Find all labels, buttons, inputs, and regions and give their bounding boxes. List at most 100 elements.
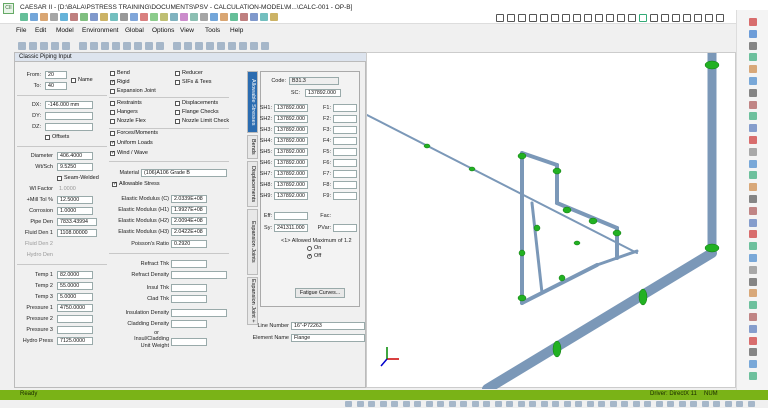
elastic-modulus-h1-input[interactable]: 1.9927E+08 bbox=[171, 206, 207, 214]
side-tool-icon[interactable] bbox=[749, 53, 757, 62]
wall-thickness-input[interactable]: 9.5250 bbox=[57, 163, 93, 171]
pressure-1-input[interactable]: 4750.0000 bbox=[57, 304, 93, 312]
bottom-tool-icon[interactable] bbox=[425, 401, 433, 407]
pvar-input[interactable] bbox=[333, 224, 357, 232]
f-input[interactable] bbox=[333, 148, 357, 156]
f-input[interactable] bbox=[333, 115, 357, 123]
quick-tool-icon[interactable] bbox=[200, 13, 208, 21]
model-tool-icon[interactable] bbox=[79, 42, 87, 50]
bottom-tool-icon[interactable] bbox=[736, 401, 743, 407]
model-tool-icon[interactable] bbox=[90, 42, 98, 50]
view-tool-icon[interactable] bbox=[617, 14, 625, 22]
sh-input[interactable]: 137892.000 bbox=[274, 181, 308, 189]
quick-tool-icon[interactable] bbox=[50, 13, 58, 21]
side-tool-icon[interactable] bbox=[749, 100, 757, 109]
corrosion-input[interactable]: 1.0000 bbox=[57, 207, 93, 215]
model-tool-icon[interactable] bbox=[156, 42, 164, 50]
bottom-tool-icon[interactable] bbox=[713, 401, 720, 407]
view-tool-icon[interactable] bbox=[551, 14, 559, 22]
quick-tool-icon[interactable] bbox=[240, 13, 248, 21]
quick-tool-icon[interactable] bbox=[150, 13, 158, 21]
bottom-tool-icon[interactable] bbox=[701, 401, 709, 407]
bottom-tool-icon[interactable] bbox=[494, 401, 502, 407]
bottom-tool-icon[interactable] bbox=[747, 401, 755, 407]
sy-input[interactable]: 241311.000 bbox=[274, 224, 308, 232]
side-tool-icon[interactable] bbox=[749, 348, 757, 357]
temp-3-input[interactable]: 5.0000 bbox=[57, 293, 93, 301]
dx-input[interactable]: -146.000 mm bbox=[45, 101, 93, 109]
menu-edit[interactable]: Edit bbox=[35, 27, 46, 34]
model-tool-icon[interactable] bbox=[206, 42, 214, 50]
view-tool-icon[interactable] bbox=[540, 14, 548, 22]
view-tool-icon[interactable] bbox=[606, 14, 614, 22]
view-tool-icon[interactable] bbox=[496, 14, 504, 22]
offsets-checkbox[interactable] bbox=[45, 135, 50, 140]
side-tool-icon[interactable] bbox=[749, 372, 757, 380]
bottom-tool-icon[interactable] bbox=[483, 401, 490, 407]
name-checkbox[interactable] bbox=[71, 78, 76, 83]
allowable-stress-checkbox[interactable] bbox=[112, 181, 117, 187]
side-tool-icon[interactable] bbox=[749, 29, 757, 38]
quick-tool-icon[interactable] bbox=[230, 13, 238, 21]
quick-tool-icon[interactable] bbox=[90, 13, 98, 21]
quick-tool-icon[interactable] bbox=[120, 13, 128, 21]
bottom-tool-icon[interactable] bbox=[471, 401, 479, 407]
side-tool-icon[interactable] bbox=[749, 206, 757, 215]
model-tool-icon[interactable] bbox=[261, 42, 269, 50]
pressure-3-input[interactable] bbox=[57, 326, 93, 334]
wind-wavecheckbox[interactable] bbox=[110, 150, 115, 156]
view-tool-icon[interactable] bbox=[716, 14, 724, 22]
side-tool-icon[interactable] bbox=[749, 147, 757, 156]
bottom-tool-icon[interactable] bbox=[598, 401, 605, 407]
bottom-tool-icon[interactable] bbox=[437, 401, 444, 407]
side-tool-icon[interactable] bbox=[749, 112, 757, 121]
side-tool-icon[interactable] bbox=[749, 124, 757, 133]
sh-input[interactable]: 137892.000 bbox=[274, 115, 308, 123]
view-tool-icon[interactable] bbox=[639, 14, 647, 22]
menu-environment[interactable]: Environment bbox=[82, 27, 119, 34]
bottom-tool-icon[interactable] bbox=[621, 401, 628, 407]
side-tool-icon[interactable] bbox=[749, 336, 757, 345]
model-tool-icon[interactable] bbox=[184, 42, 192, 50]
nozzle-flexcheckbox[interactable] bbox=[110, 119, 115, 124]
bottom-tool-icon[interactable] bbox=[667, 401, 674, 407]
quick-tool-icon[interactable] bbox=[170, 13, 178, 21]
view-tool-icon[interactable] bbox=[661, 14, 669, 22]
bottom-tool-icon[interactable] bbox=[529, 401, 536, 407]
model-tool-icon[interactable] bbox=[40, 42, 48, 50]
sc-input[interactable]: 137892.000 bbox=[305, 89, 341, 97]
side-tool-icon[interactable] bbox=[749, 159, 757, 168]
element-name-input[interactable]: Flange bbox=[291, 334, 365, 342]
f-input[interactable] bbox=[333, 126, 357, 134]
material-select[interactable]: (106)A106 Grade B bbox=[141, 169, 227, 177]
f-input[interactable] bbox=[333, 170, 357, 178]
bottom-tool-icon[interactable] bbox=[540, 401, 548, 407]
side-tool-icon[interactable] bbox=[749, 265, 757, 274]
bottom-tool-icon[interactable] bbox=[609, 401, 617, 407]
side-tool-icon[interactable] bbox=[749, 218, 757, 227]
f-input[interactable] bbox=[333, 159, 357, 167]
side-tool-icon[interactable] bbox=[749, 289, 757, 298]
quick-tool-icon[interactable] bbox=[60, 13, 68, 21]
bottom-tool-icon[interactable] bbox=[368, 401, 375, 407]
quick-tool-icon[interactable] bbox=[70, 13, 78, 21]
quick-tool-icon[interactable] bbox=[250, 13, 258, 21]
flange-checkscheckbox[interactable] bbox=[175, 110, 180, 115]
cladding-density-input[interactable] bbox=[171, 320, 207, 328]
model-tool-icon[interactable] bbox=[145, 42, 153, 50]
side-tool-icon[interactable] bbox=[749, 136, 757, 144]
bottom-tool-icon[interactable] bbox=[391, 401, 398, 407]
quick-tool-icon[interactable] bbox=[210, 13, 218, 21]
sh-input[interactable]: 137892.000 bbox=[274, 192, 308, 200]
hydro-pressure-input[interactable]: 7125.0000 bbox=[57, 337, 93, 345]
model-tool-icon[interactable] bbox=[217, 42, 225, 50]
menu-view[interactable]: View bbox=[180, 27, 194, 34]
poissons-ratio-input[interactable]: 0.2920 bbox=[171, 240, 207, 248]
menu-model[interactable]: Model bbox=[56, 27, 74, 34]
model-tool-icon[interactable] bbox=[173, 42, 181, 50]
quick-tool-icon[interactable] bbox=[190, 13, 198, 21]
uniform-loadscheckbox[interactable] bbox=[110, 140, 115, 146]
model-tool-icon[interactable] bbox=[51, 42, 59, 50]
elastic-modulus-h3-input[interactable]: 2.0422E+08 bbox=[171, 228, 207, 236]
bottom-tool-icon[interactable] bbox=[345, 401, 352, 407]
